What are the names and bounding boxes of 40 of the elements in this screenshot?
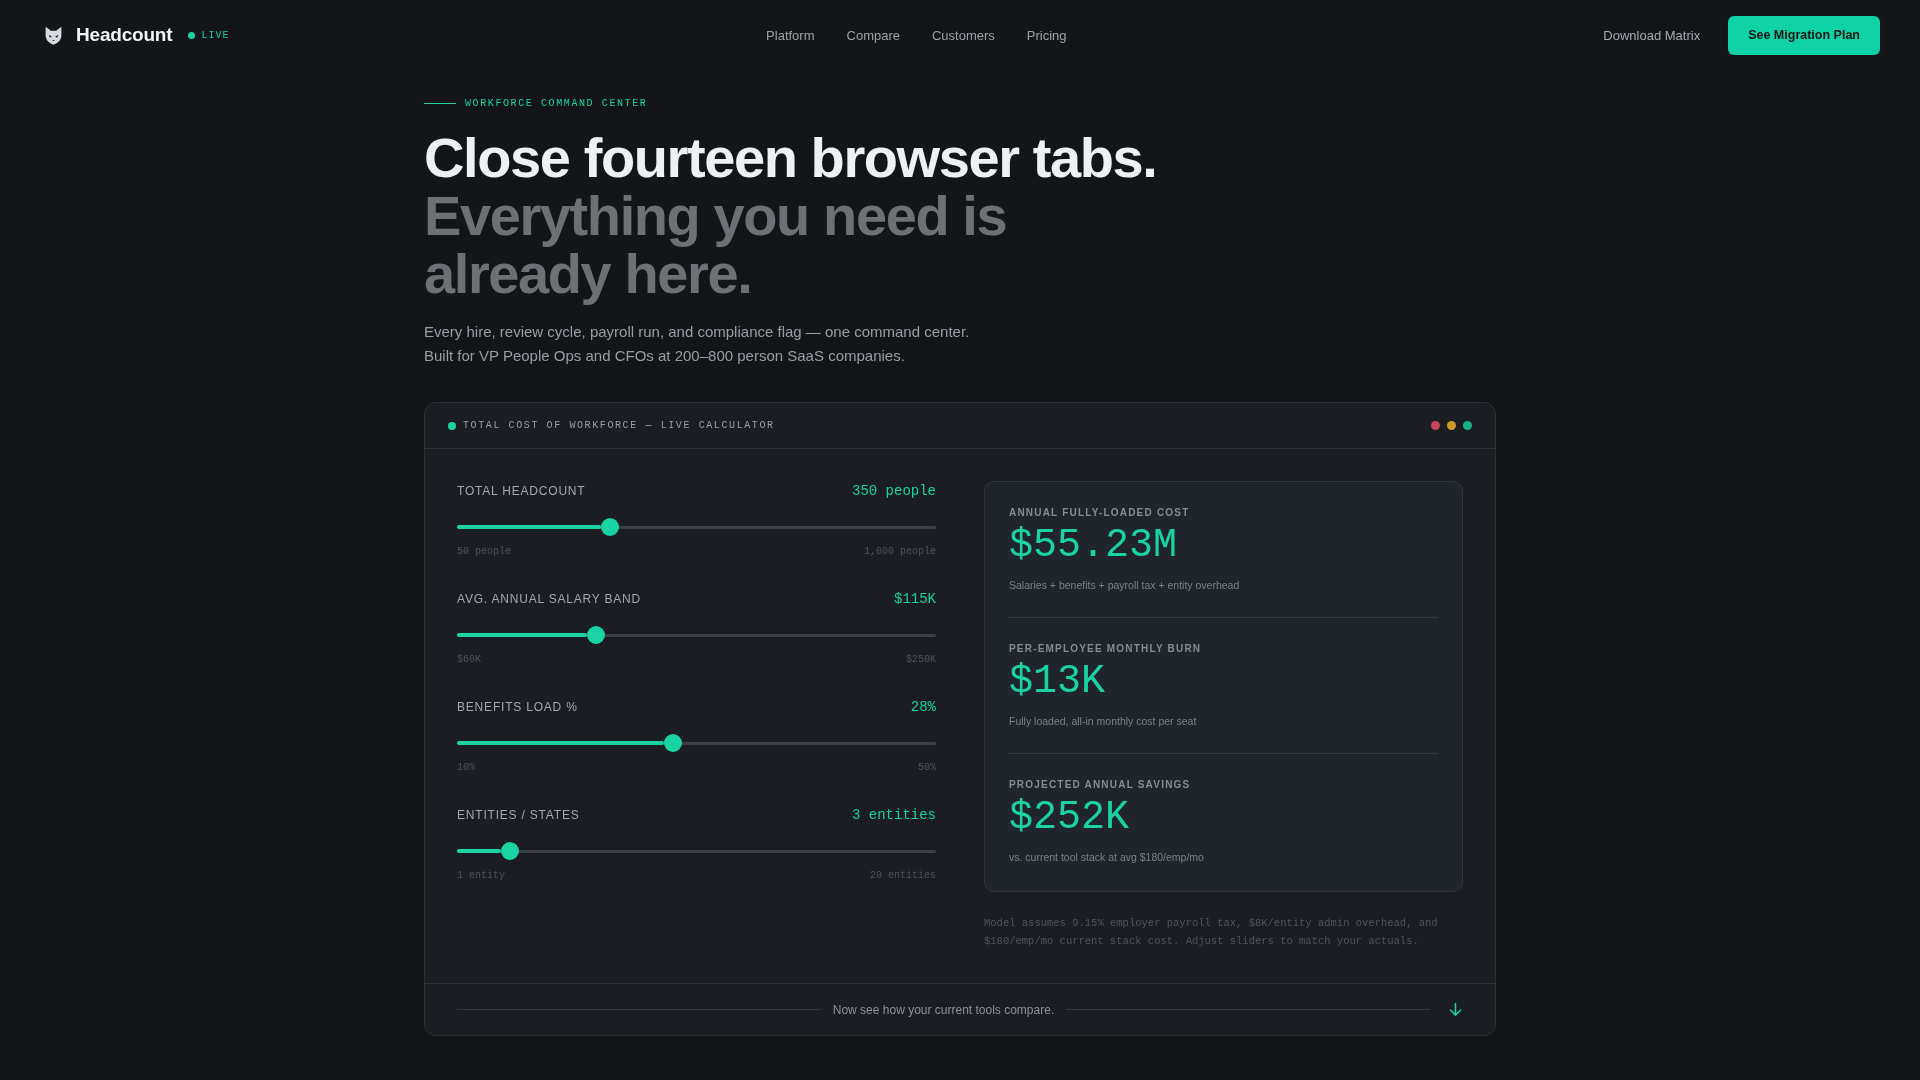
subtitle-text: Every hire, review cycle, payroll run, and compliance flag — one command center. (424, 322, 970, 342)
slider-value: $115K (894, 591, 936, 607)
metric-value: $55.23M (1009, 524, 1178, 568)
nav-link[interactable]: Pricing (1026, 27, 1067, 43)
metric-note: vs. current tool stack at avg $180/emp/mo (1009, 850, 1204, 865)
metric-note: Salaries + benefits + payroll tax + entity overhead (1009, 578, 1240, 593)
slider-label: BENEFITS LOAD % (457, 700, 578, 714)
slider-value: 350 people (852, 483, 936, 499)
metric-label: PER-EMPLOYEE MONTHLY BURN (1009, 642, 1202, 656)
arrow-down-icon[interactable] (1448, 1002, 1463, 1017)
eyebrow-text: WORKFORCE COMMAND CENTER (465, 97, 648, 110)
status-label: LIVE (201, 29, 230, 41)
compare-prompt-text: Now see how your current tools compare. (832, 1002, 1055, 1017)
metric-value: $252K (1009, 796, 1130, 840)
status-dot-icon (188, 31, 196, 39)
slider-thumb[interactable] (663, 734, 682, 752)
slider-value: 3 entities (852, 807, 936, 823)
subtitle-text: Built for VP People Ops and CFOs at 200–800 person SaaS companies. (424, 346, 905, 366)
nav-link[interactable]: Compare (846, 27, 900, 43)
slider-thumb[interactable] (586, 626, 605, 644)
status-dot-icon (448, 421, 456, 430)
metric-value: $13K (1009, 660, 1105, 704)
brand-name[interactable]: Headcount (76, 24, 173, 46)
nav-link[interactable]: Platform (766, 27, 815, 43)
migration-plan-button[interactable]: See Migration Plan (1728, 15, 1880, 55)
calculator-title: TOTAL COST OF WORKFORCE — LIVE CALCULATOR (463, 420, 775, 431)
metric-label: ANNUAL FULLY-LOADED COST (1009, 506, 1190, 520)
nav-link[interactable]: Customers (932, 27, 995, 43)
slider-thumb[interactable] (500, 842, 519, 860)
download-link[interactable]: Download Matrix (1603, 27, 1701, 43)
slider-thumb[interactable] (601, 518, 620, 536)
slider-value: 28% (910, 699, 936, 715)
slider-label: TOTAL HEADCOUNT (457, 484, 586, 498)
fox-head-icon[interactable] (43, 24, 64, 46)
headline: Close fourteen browser tabs. (424, 129, 1157, 187)
slider-label: ENTITIES / STATES (457, 808, 580, 822)
slider-label: AVG. ANNUAL SALARY BAND (457, 592, 642, 606)
metric-note: Fully loaded, all-in monthly cost per seat (1009, 714, 1197, 729)
metric-label: PROJECTED ANNUAL SAVINGS (1009, 778, 1191, 792)
headline-continuation: Everything you need is already here. (424, 187, 1008, 303)
